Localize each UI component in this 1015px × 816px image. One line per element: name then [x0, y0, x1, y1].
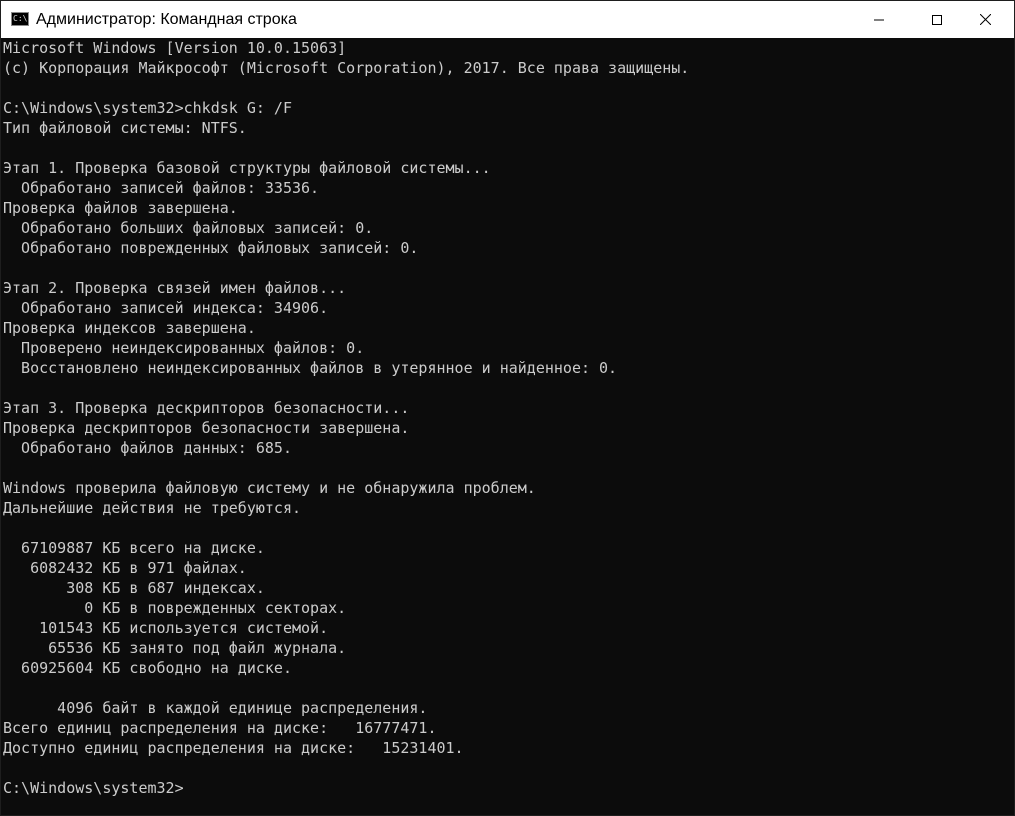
console-line: Доступно единиц распределения на диске: … [3, 739, 464, 757]
console-line: 0 КБ в поврежденных секторах. [3, 599, 347, 617]
console-line: Этап 2. Проверка связей имен файлов... [3, 279, 347, 297]
console-line: 67109887 КБ всего на диске. [3, 539, 265, 557]
console-output-area[interactable]: Microsoft Windows [Version 10.0.15063] (c… [1, 38, 1014, 815]
console-text: Microsoft Windows [Version 10.0.15063] (c… [1, 38, 1014, 798]
title-bar[interactable]: C:\. Администратор: Командная строка [1, 1, 1014, 38]
command-prompt-window: C:\. Администратор: Командная строка Mic… [0, 0, 1015, 816]
console-line: Проверка файлов завершена. [3, 199, 238, 217]
console-line: 4096 байт в каждой единице распределения… [3, 699, 428, 717]
minimize-icon [874, 15, 884, 25]
console-line: Восстановлено неиндексированных файлов в… [3, 359, 618, 377]
console-line: C:\Windows\system32>chkdsk G: /F [3, 99, 292, 117]
console-line: (c) Корпорация Майкрософт (Microsoft Cor… [3, 59, 690, 77]
console-app-icon[interactable]: C:\. [11, 12, 29, 26]
console-line: Проверка дескрипторов безопасности завер… [3, 419, 410, 437]
console-line: Windows проверила файловую систему и не … [3, 479, 536, 497]
console-line: Проверка индексов завершена. [3, 319, 256, 337]
console-line: Тип файловой системы: NTFS. [3, 119, 247, 137]
console-line: Этап 1. Проверка базовой структуры файло… [3, 159, 491, 177]
close-icon [979, 14, 991, 25]
console-line: Проверено неиндексированных файлов: 0. [3, 339, 365, 357]
console-line: Всего единиц распределения на диске: 167… [3, 719, 437, 737]
console-line: Этап 3. Проверка дескрипторов безопаснос… [3, 399, 410, 417]
console-line: Обработано больших файловых записей: 0. [3, 219, 374, 237]
maximize-icon [932, 14, 942, 25]
close-button[interactable] [956, 1, 1014, 38]
console-line: Обработано записей файлов: 33536. [3, 179, 320, 197]
console-line: 65536 КБ занято под файл журнала. [3, 639, 347, 657]
window-title: Администратор: Командная строка [36, 11, 297, 28]
console-line: 101543 КБ используется системой. [3, 619, 329, 637]
console-line: Обработано поврежденных файловых записей… [3, 239, 419, 257]
console-line: Обработано файлов данных: 685. [3, 439, 292, 457]
console-line: 60925604 КБ свободно на диске. [3, 659, 292, 677]
minimize-button[interactable] [850, 1, 908, 38]
console-line: 6082432 КБ в 971 файлах. [3, 559, 247, 577]
console-line: 308 КБ в 687 индексах. [3, 579, 265, 597]
console-line: Дальнейшие действия не требуются. [3, 499, 302, 517]
console-line: C:\Windows\system32> [3, 779, 184, 797]
console-line: Microsoft Windows [Version 10.0.15063] [3, 39, 347, 57]
console-line: Обработано записей индекса: 34906. [3, 299, 329, 317]
